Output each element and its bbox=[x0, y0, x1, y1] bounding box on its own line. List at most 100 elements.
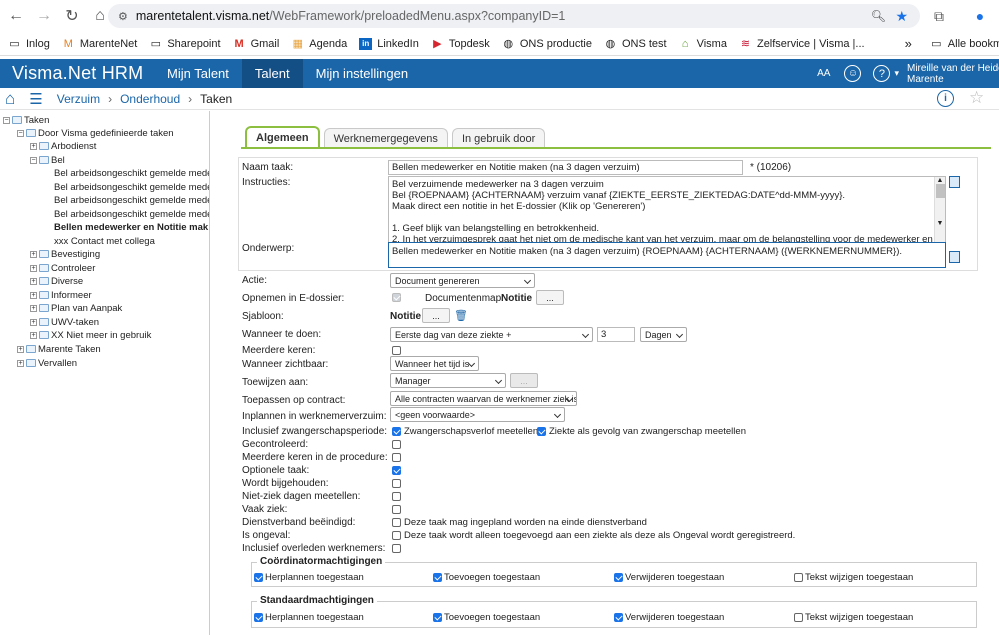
help-icon[interactable]: ? bbox=[873, 65, 891, 82]
tree-node-arbodienst[interactable]: + Arbodienst bbox=[30, 140, 96, 152]
wanneer-unit-select[interactable]: Dagen bbox=[640, 327, 687, 342]
tree-leaf[interactable]: xxx Contact met collega bbox=[54, 235, 155, 247]
bookmark-marentenet[interactable]: M MarenteNet bbox=[62, 38, 138, 50]
bookmark-zelfservice[interactable]: ≋ Zelfservice | Visma |... bbox=[739, 38, 865, 50]
scroll-down-icon[interactable]: ▼ bbox=[935, 220, 945, 227]
actie-select[interactable]: Document genereren bbox=[390, 273, 535, 288]
bookmark-all[interactable]: ▭Alle bookma bbox=[930, 38, 999, 50]
wanneer-select[interactable]: Eerste dag van deze ziekte + bbox=[390, 327, 593, 342]
bookmark-inlog[interactable]: ▭ Inlog bbox=[8, 38, 50, 50]
contract-select[interactable]: Alle contracten waarvan de werknemer zie… bbox=[390, 391, 577, 406]
standaard-tekst-checkbox[interactable] bbox=[794, 613, 803, 622]
collapse-icon[interactable]: − bbox=[30, 156, 37, 164]
ongeval-checkbox[interactable] bbox=[392, 531, 401, 540]
onderwerp-input[interactable]: Bellen medewerker en Notitie maken (na 3… bbox=[388, 242, 946, 268]
ziekte-zwangerschap-checkbox[interactable] bbox=[537, 427, 546, 436]
toewijzen-browse-button[interactable]: ... bbox=[510, 373, 538, 388]
tree-leaf[interactable]: Bel arbeidsongeschikt gemelde medev bbox=[54, 181, 209, 193]
nav-talent[interactable]: Talent bbox=[241, 59, 303, 88]
home-icon[interactable]: ⌂ bbox=[5, 89, 15, 109]
document-field-icon[interactable] bbox=[949, 176, 960, 188]
expand-icon[interactable]: + bbox=[17, 345, 24, 353]
reload-icon[interactable]: ↻ bbox=[58, 2, 86, 30]
tree-node-informeer[interactable]: + Informeer bbox=[30, 289, 92, 301]
instructies-textarea[interactable]: Bel verzuimende medewerker na 3 dagen ve… bbox=[388, 176, 946, 243]
coordinator-toevoegen-checkbox[interactable] bbox=[433, 573, 442, 582]
bookmark-visma[interactable]: ⌂ Visma bbox=[679, 38, 727, 50]
breadcrumb-onderhoud[interactable]: Onderhoud bbox=[120, 92, 180, 106]
tree-node-niet-meer-in-gebruik[interactable]: + XX Niet meer in gebruik bbox=[30, 329, 151, 341]
user-menu[interactable]: Mireille van der Heide Marente bbox=[907, 63, 999, 85]
bookmark-agenda[interactable]: ▦ Agenda bbox=[291, 38, 348, 50]
back-icon[interactable]: ← bbox=[2, 2, 30, 30]
expand-icon[interactable]: + bbox=[30, 250, 37, 258]
nav-mijn-talent[interactable]: Mijn Talent bbox=[154, 59, 242, 88]
bookmark-ons-test[interactable]: ◍ ONS test bbox=[604, 38, 667, 50]
favorite-star-icon[interactable]: ☆ bbox=[969, 88, 984, 108]
breadcrumb-verzuim[interactable]: Verzuim bbox=[57, 92, 100, 106]
zichtbaar-select[interactable]: Wanneer het tijd is bbox=[390, 356, 479, 371]
expand-icon[interactable]: + bbox=[17, 359, 24, 367]
tree-node-vervallen[interactable]: + Vervallen bbox=[17, 357, 77, 369]
vaakziek-checkbox[interactable] bbox=[392, 505, 401, 514]
tab-werknemergegevens[interactable]: Werknemergegevens bbox=[323, 128, 448, 148]
tree-node-bel[interactable]: − Bel bbox=[30, 154, 65, 166]
tree-leaf[interactable]: Bel arbeidsongeschikt gemelde medev bbox=[54, 194, 209, 206]
document-field-icon[interactable] bbox=[949, 251, 960, 263]
scrollbar-thumb[interactable] bbox=[936, 184, 945, 198]
standaard-verwijderen-checkbox[interactable] bbox=[614, 613, 623, 622]
instructies-scrollbar[interactable]: ▲ ▼ bbox=[934, 177, 945, 242]
chevron-down-icon[interactable]: ▾ bbox=[894, 68, 899, 79]
coordinator-herplannen-checkbox[interactable] bbox=[254, 573, 263, 582]
font-size-icon[interactable]: AA bbox=[817, 68, 830, 79]
sjabloon-browse-button[interactable]: ... bbox=[422, 308, 450, 323]
tree-node-diverse[interactable]: + Diverse bbox=[30, 275, 83, 287]
tree-node-controleer[interactable]: + Controleer bbox=[30, 262, 95, 274]
tree-node-bevestiging[interactable]: + Bevestiging bbox=[30, 248, 100, 260]
toewijzen-select[interactable]: Manager bbox=[390, 373, 506, 388]
tree-leaf[interactable]: Bel arbeidsongeschikt gemelde medev bbox=[54, 167, 209, 179]
standaard-toevoegen-checkbox[interactable] bbox=[433, 613, 442, 622]
overleden-checkbox[interactable] bbox=[392, 544, 401, 553]
bookmarks-overflow[interactable]: » bbox=[905, 36, 912, 51]
documentenmap-browse-button[interactable]: ... bbox=[536, 290, 564, 305]
expand-icon[interactable]: + bbox=[30, 264, 37, 272]
scroll-up-icon[interactable]: ▲ bbox=[935, 177, 945, 184]
inplannen-select[interactable]: <geen voorwaarde> bbox=[390, 407, 565, 422]
tree-node-plan-van-aanpak[interactable]: + Plan van Aanpak bbox=[30, 302, 122, 314]
tab-in-gebruik-door[interactable]: In gebruik door bbox=[451, 128, 546, 148]
forward-icon[interactable]: → bbox=[30, 2, 58, 30]
tree-node-marente-taken[interactable]: + Marente Taken bbox=[17, 343, 101, 355]
expand-icon[interactable]: + bbox=[30, 277, 37, 285]
extensions-icon[interactable]: ⧉ bbox=[927, 4, 951, 28]
tree-leaf[interactable]: Bel arbeidsongeschikt gemelde medev bbox=[54, 208, 209, 220]
optioneel-checkbox[interactable] bbox=[392, 466, 401, 475]
bookmark-topdesk[interactable]: ▶ Topdesk bbox=[431, 38, 490, 50]
naam-input[interactable]: Bellen medewerker en Notitie maken (na 3… bbox=[388, 160, 743, 175]
procedure-checkbox[interactable] bbox=[392, 453, 401, 462]
expand-icon[interactable]: + bbox=[30, 331, 37, 339]
tree-node-uwv-taken[interactable]: + UWV-taken bbox=[30, 316, 99, 328]
coordinator-tekst-checkbox[interactable] bbox=[794, 573, 803, 582]
tree-node-visma-taken[interactable]: − Door Visma gedefinieerde taken bbox=[17, 127, 174, 139]
expand-icon[interactable]: + bbox=[30, 291, 37, 299]
wanneer-days-input[interactable]: 3 bbox=[597, 327, 635, 342]
bookmark-linkedin[interactable]: in LinkedIn bbox=[359, 37, 419, 50]
tree-node-taken[interactable]: − Taken bbox=[3, 114, 49, 126]
nav-mijn-instellingen[interactable]: Mijn instellingen bbox=[303, 59, 422, 88]
nietziek-checkbox[interactable] bbox=[392, 492, 401, 501]
bookmark-ons-productie[interactable]: ◍ ONS productie bbox=[502, 38, 592, 50]
address-bar[interactable]: ⚙ marentetalent.visma.net/WebFramework/p… bbox=[108, 4, 920, 28]
collapse-icon[interactable]: − bbox=[17, 129, 24, 137]
info-status-icon[interactable]: i bbox=[937, 90, 954, 107]
hamburger-menu-icon[interactable]: ☰ bbox=[29, 90, 42, 108]
expand-icon[interactable]: + bbox=[30, 304, 37, 312]
dienstverband-checkbox[interactable] bbox=[392, 518, 401, 527]
meerdere-checkbox[interactable] bbox=[392, 346, 401, 355]
delete-trash-icon[interactable]: 🗑︎ bbox=[454, 309, 468, 322]
standaard-herplannen-checkbox[interactable] bbox=[254, 613, 263, 622]
bookmark-sharepoint[interactable]: ▭ Sharepoint bbox=[149, 38, 221, 50]
zoom-icon[interactable]: 🔍︎ bbox=[871, 9, 886, 23]
collapse-icon[interactable]: − bbox=[3, 116, 10, 124]
gecontroleerd-checkbox[interactable] bbox=[392, 440, 401, 449]
